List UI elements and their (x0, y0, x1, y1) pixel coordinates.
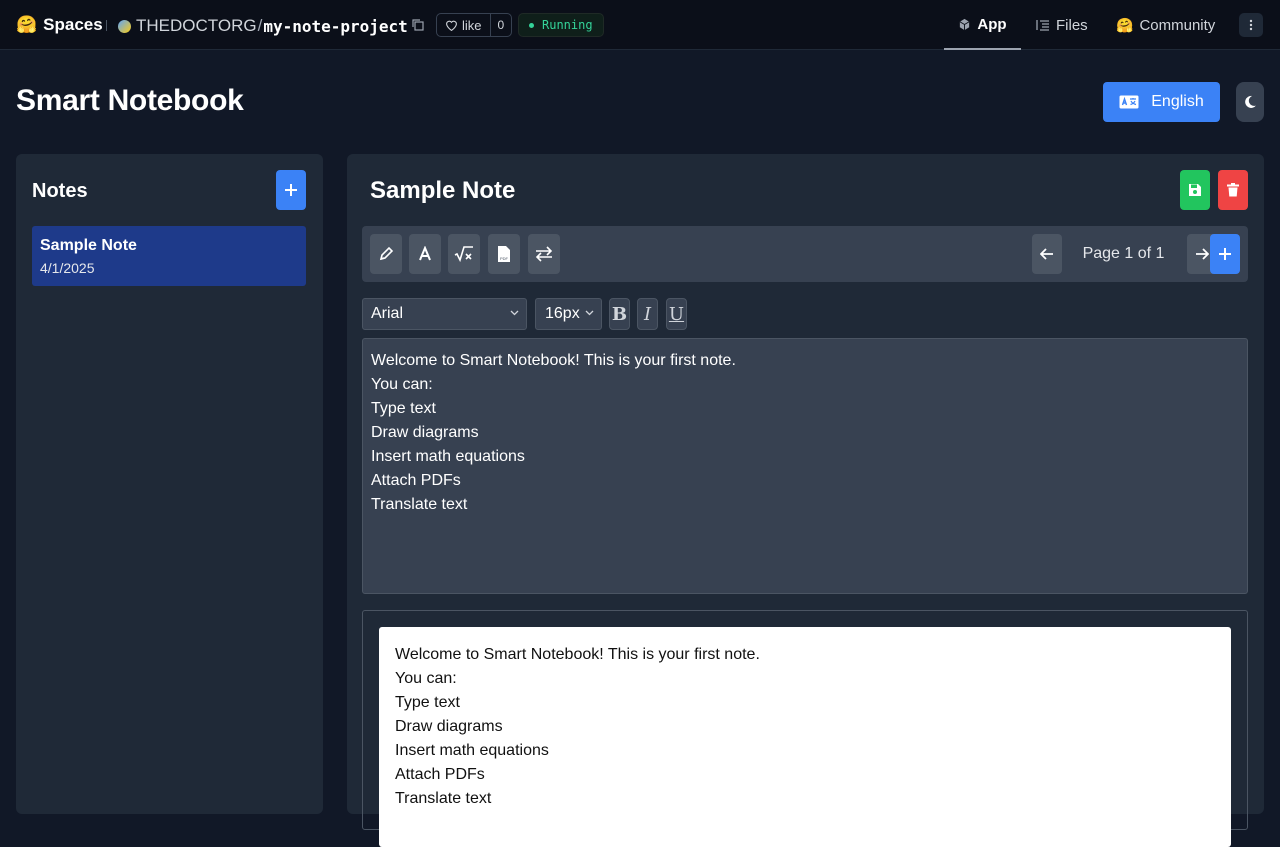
preview-line: You can: (395, 670, 457, 687)
repo-name-link[interactable]: my-note-project (263, 17, 408, 36)
preview-line: Type text (395, 694, 460, 711)
note-title: Sample Note (370, 177, 516, 204)
note-text-editor[interactable]: Welcome to Smart Notebook! This is your … (362, 338, 1248, 594)
font-family-value: Arial (371, 305, 404, 322)
bold-button[interactable]: B (609, 298, 630, 330)
chevron-down-icon (585, 310, 594, 316)
swap-arrows-icon (535, 246, 553, 262)
italic-button[interactable]: I (637, 298, 658, 330)
org-link[interactable]: THEDOCTORG (136, 16, 257, 36)
spaces-link[interactable]: 🤗 Spaces (16, 14, 103, 36)
preview-line: Draw diagrams (395, 718, 503, 735)
text-icon (419, 246, 431, 261)
arrow-left-icon (1040, 248, 1053, 260)
plus-icon (285, 184, 297, 196)
preview-line: Welcome to Smart Notebook! This is your … (395, 646, 760, 663)
like-count: 0 (489, 14, 512, 36)
tab-community-label: Community (1139, 16, 1216, 34)
translate-icon (1119, 95, 1139, 109)
repo-breadcrumb: THEDOCTORG / my-note-project (118, 14, 408, 38)
trash-icon (1227, 183, 1239, 197)
notes-heading: Notes (32, 180, 88, 202)
preview-line: Translate text (395, 790, 492, 807)
note-toolbar: PDF Page 1 of 1 (362, 226, 1248, 282)
files-icon (1036, 20, 1049, 31)
tab-app-label: App (977, 15, 1007, 33)
chevron-down-icon (510, 310, 519, 316)
translate-tool-button[interactable] (528, 234, 560, 274)
page-preview-container: Welcome to Smart Notebook! This is your … (362, 610, 1248, 847)
kebab-menu-icon[interactable] (1239, 13, 1263, 37)
tab-files[interactable]: Files (1036, 0, 1088, 50)
heart-icon (446, 20, 457, 31)
floppy-disk-icon (1189, 184, 1201, 196)
pdf-file-icon: PDF (498, 246, 510, 262)
org-avatar[interactable] (118, 19, 131, 33)
note-item-date: 4/1/2025 (40, 260, 95, 276)
font-size-select[interactable]: 16px (535, 298, 602, 330)
add-page-button[interactable] (1210, 234, 1240, 274)
language-label: English (1151, 93, 1204, 110)
editor-line: Draw diagrams (371, 424, 479, 441)
underline-button[interactable]: U (666, 298, 687, 330)
like-button[interactable]: like 0 (436, 13, 513, 37)
delete-note-button[interactable] (1218, 170, 1248, 210)
editor-line: Translate text (371, 496, 468, 513)
language-button[interactable]: English (1103, 82, 1220, 122)
svg-text:PDF: PDF (500, 256, 509, 261)
note-list-item[interactable]: Sample Note 4/1/2025 (32, 226, 306, 286)
spaces-label: Spaces (43, 15, 103, 34)
divider (106, 20, 107, 31)
page-preview[interactable]: Welcome to Smart Notebook! This is your … (379, 627, 1231, 847)
hugging-face-logo-icon: 🤗 (16, 15, 38, 34)
status-badge[interactable]: Running (518, 13, 604, 37)
page-indicator: Page 1 of 1 (1082, 245, 1165, 262)
pencil-icon (379, 246, 394, 261)
previous-page-button[interactable] (1032, 234, 1062, 274)
text-tool-button[interactable] (409, 234, 441, 274)
square-root-icon (454, 246, 473, 262)
notes-sidebar: Notes Sample Note 4/1/2025 (16, 154, 323, 814)
copy-icon[interactable] (412, 19, 424, 31)
theme-toggle-button[interactable] (1236, 82, 1264, 122)
editor-line: Welcome to Smart Notebook! This is your … (371, 352, 736, 369)
editor-line: Attach PDFs (371, 472, 461, 489)
note-item-title: Sample Note (40, 237, 137, 254)
status-text: Running (542, 18, 593, 32)
font-family-select[interactable]: Arial (362, 298, 527, 330)
note-editor-panel: Sample Note PDF Page 1 of 1 Arial 16px B… (347, 154, 1264, 847)
tab-app[interactable]: App (944, 0, 1021, 50)
moon-icon (1245, 95, 1256, 108)
pdf-tool-button[interactable]: PDF (488, 234, 520, 274)
tab-files-label: Files (1056, 16, 1088, 34)
breadcrumb-separator: / (257, 16, 263, 35)
plus-icon (1219, 248, 1231, 260)
font-size-value: 16px (545, 305, 580, 322)
page-title: Smart Notebook (16, 84, 244, 117)
editor-line: You can: (371, 376, 433, 393)
community-icon: 🤗 (1116, 16, 1134, 33)
add-note-button[interactable] (276, 170, 306, 210)
cube-icon (960, 18, 970, 30)
math-tool-button[interactable] (448, 234, 480, 274)
status-dot (529, 22, 534, 28)
preview-line: Attach PDFs (395, 766, 485, 783)
editor-line: Type text (371, 400, 436, 417)
tab-community[interactable]: 🤗 Community (1116, 0, 1215, 50)
preview-line: Insert math equations (395, 742, 549, 759)
editor-line: Insert math equations (371, 448, 525, 465)
like-label: like (462, 17, 482, 33)
save-note-button[interactable] (1180, 170, 1210, 210)
draw-tool-button[interactable] (370, 234, 402, 274)
top-bar: 🤗 Spaces THEDOCTORG / my-note-project li… (0, 0, 1280, 50)
arrow-right-icon (1196, 248, 1209, 260)
